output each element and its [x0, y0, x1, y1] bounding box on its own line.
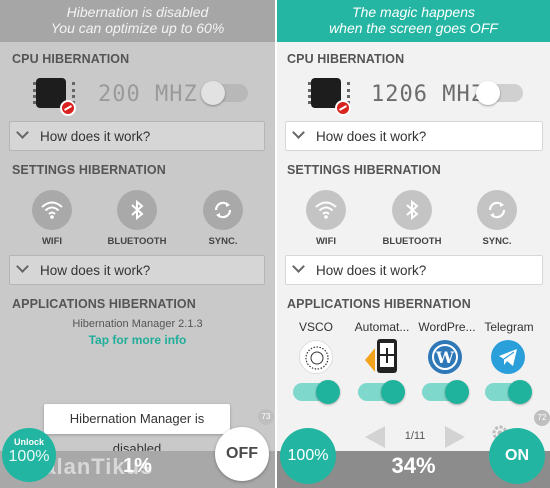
app-label-telegram: Telegram — [484, 320, 534, 334]
toggle-knob — [476, 81, 500, 105]
cpu-how-does-it-work[interactable]: How does it work? — [285, 121, 543, 151]
app-label-automation: Automat... — [354, 320, 410, 334]
on-button[interactable]: ON — [489, 428, 545, 484]
vsco-icon[interactable] — [299, 340, 333, 374]
unlock-button[interactable]: Unlock 100% — [2, 428, 56, 482]
how-label: How does it work? — [40, 129, 151, 144]
wordpress-icon[interactable]: W — [428, 340, 462, 374]
status-banner: Hibernation is disabled You can optimize… — [0, 0, 275, 42]
sync-icon — [488, 201, 506, 219]
wifi-label: WIFI — [41, 236, 63, 247]
wifi-toggle-button[interactable] — [306, 190, 346, 230]
toggle-knob — [508, 380, 532, 404]
telegram-hibernation-toggle[interactable] — [485, 380, 532, 404]
battery-badge: 73 — [258, 409, 274, 425]
version-text: Hibernation Manager 2.1.3 — [72, 318, 203, 330]
bluetooth-toggle-button[interactable] — [392, 190, 432, 230]
apps-section-title: APPLICATIONS HIBERNATION — [12, 297, 196, 311]
chevron-down-icon — [292, 260, 305, 273]
wifi-icon — [41, 201, 63, 219]
apps-section-title: APPLICATIONS HIBERNATION — [287, 297, 471, 311]
chevron-down-icon — [16, 260, 29, 273]
wifi-toggle-button[interactable] — [32, 190, 72, 230]
right-screen: The magic happens when the screen goes O… — [277, 0, 550, 488]
svg-text:W: W — [435, 348, 455, 367]
automation-icon[interactable] — [365, 338, 399, 373]
banner-title: Hibernation is disabled — [66, 4, 209, 20]
automation-hibernation-toggle[interactable] — [358, 380, 405, 404]
sync-label: SYNC. — [482, 236, 512, 247]
banner-subtitle: You can optimize up to 60% — [50, 20, 225, 36]
app-label-vsco: VSCO — [298, 320, 333, 334]
unlock-percent: 100% — [8, 448, 50, 465]
wordpress-hibernation-toggle[interactable] — [422, 380, 469, 404]
wifi-label: WIFI — [315, 236, 337, 247]
vsco-hibernation-toggle[interactable] — [293, 380, 340, 404]
disabled-icon — [335, 100, 351, 116]
app-label-wordpress: WordPre... — [418, 320, 476, 334]
page-indicator: 1/11 — [404, 430, 426, 442]
bluetooth-label: BLUETOOTH — [107, 236, 167, 247]
wifi-icon — [315, 201, 337, 219]
toggle-knob — [201, 81, 225, 105]
disabled-icon — [60, 100, 76, 116]
cpu-row: 200 MHZ — [0, 74, 275, 116]
sync-toggle-button[interactable] — [477, 190, 517, 230]
cpu-hibernation-toggle[interactable] — [201, 81, 248, 105]
optimization-level-button[interactable]: 100% — [280, 428, 336, 484]
cpu-section-title: CPU HIBERNATION — [287, 52, 405, 66]
sync-label: SYNC. — [208, 236, 238, 247]
next-page-arrow[interactable] — [445, 426, 465, 448]
banner-subtitle: when the screen goes OFF — [329, 20, 498, 36]
telegram-icon[interactable] — [491, 340, 525, 374]
how-label: How does it work? — [40, 263, 151, 278]
settings-section-title: SETTINGS HIBERNATION — [12, 163, 166, 177]
toggle-knob — [381, 380, 405, 404]
bluetooth-label: BLUETOOTH — [382, 236, 442, 247]
cpu-chip-icon — [308, 78, 351, 116]
disabled-toast: Hibernation Manager is disabled — [44, 404, 230, 456]
off-button[interactable]: OFF — [215, 427, 269, 481]
cpu-chip-icon — [33, 78, 76, 116]
cpu-frequency: 1206 MHZ — [371, 82, 485, 107]
bluetooth-icon — [131, 199, 144, 221]
toggle-knob — [316, 380, 340, 404]
banner-title: The magic happens — [352, 4, 475, 20]
battery-badge: 72 — [534, 410, 550, 426]
cpu-hibernation-toggle[interactable] — [476, 81, 523, 105]
settings-how-does-it-work[interactable]: How does it work? — [285, 255, 543, 285]
cpu-row: 1206 MHZ — [277, 74, 550, 116]
bluetooth-icon — [406, 199, 419, 221]
how-label: How does it work? — [316, 263, 427, 278]
unlock-label: Unlock — [13, 437, 44, 447]
more-info-link[interactable]: Tap for more info — [0, 333, 275, 347]
bluetooth-toggle-button[interactable] — [117, 190, 157, 230]
toggle-knob — [445, 380, 469, 404]
app-pager: 1/11 — [365, 426, 465, 448]
settings-how-does-it-work[interactable]: How does it work? — [9, 255, 265, 285]
cpu-how-does-it-work[interactable]: How does it work? — [9, 121, 265, 151]
previous-page-arrow[interactable] — [365, 426, 385, 448]
how-label: How does it work? — [316, 129, 427, 144]
chevron-down-icon — [292, 126, 305, 139]
chevron-down-icon — [16, 126, 29, 139]
cpu-frequency: 200 MHZ — [98, 82, 198, 107]
sync-icon — [214, 201, 232, 219]
settings-section-title: SETTINGS HIBERNATION — [287, 163, 441, 177]
sync-toggle-button[interactable] — [203, 190, 243, 230]
cpu-section-title: CPU HIBERNATION — [12, 52, 130, 66]
left-screen: Hibernation is disabled You can optimize… — [0, 0, 275, 488]
status-banner: The magic happens when the screen goes O… — [277, 0, 550, 42]
